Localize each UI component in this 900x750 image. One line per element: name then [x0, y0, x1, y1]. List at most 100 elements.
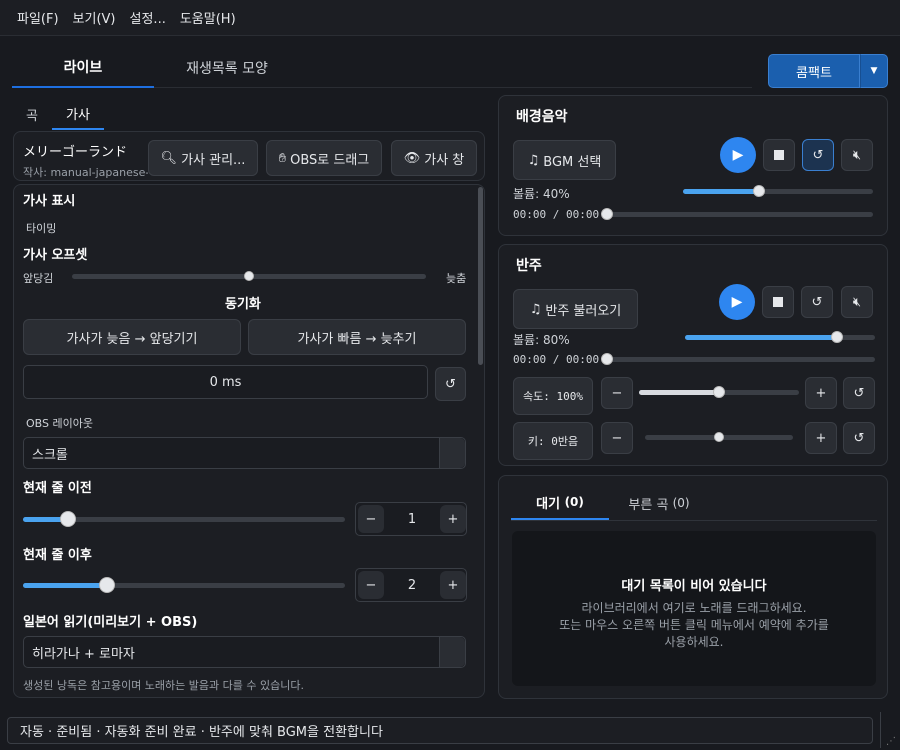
bgm-title: 배경음악	[516, 109, 568, 125]
reset-icon[interactable]: ↺	[435, 367, 466, 401]
obs-layout-label: OBS 레이아웃	[26, 417, 93, 430]
key-slider[interactable]	[645, 432, 793, 442]
bgm-panel: 배경음악 ♫ BGM 선택 ▶ ↺ 🔇︎ 볼륨: 40% 00:00 / 00:0…	[498, 95, 888, 236]
before-heading: 현재 줄 이전	[23, 481, 92, 496]
dropdown-icon[interactable]	[439, 438, 465, 468]
layout-select[interactable]: 스크롤	[23, 437, 466, 469]
queue-panel: 대기 (0) 부른 곡 (0) 대기 목록이 비어 있습니다 라이브러리에서 여…	[498, 475, 888, 699]
stop-icon[interactable]	[762, 286, 794, 318]
lyrics-late-button[interactable]: 가사가 늦음 → 앞당기기	[23, 319, 241, 355]
key-handle[interactable]	[714, 432, 724, 442]
queue-empty-state: 대기 목록이 비어 있습니다 라이브러리에서 여기로 노래를 드래그하세요. 또…	[512, 531, 876, 686]
later-label: 늦춤	[446, 272, 467, 285]
before-value[interactable]: 1	[386, 503, 438, 535]
before-slider-handle[interactable]	[60, 511, 77, 527]
accomp-seek-handle[interactable]	[601, 353, 613, 365]
offset-slider-handle[interactable]	[244, 271, 254, 281]
stop-icon[interactable]	[763, 139, 795, 171]
music-icon: ♫	[529, 301, 542, 317]
reset-icon[interactable]: ↺	[843, 377, 875, 409]
bgm-volume-slider[interactable]	[683, 185, 873, 197]
after-slider[interactable]	[23, 577, 345, 593]
music-icon: ♫	[527, 152, 540, 168]
bgm-time: 00:00 / 00:00	[513, 208, 600, 221]
play-icon[interactable]: ▶	[720, 137, 756, 173]
tab-live[interactable]: 라이브	[12, 48, 154, 88]
repeat-icon[interactable]: ↺	[801, 286, 833, 318]
layout-select-value: 스크롤	[32, 447, 68, 463]
tab-playlist-style[interactable]: 재생목록 모양	[154, 48, 300, 88]
tab-song[interactable]: 곡	[14, 98, 50, 130]
compact-button[interactable]: 콤팩트	[768, 54, 860, 88]
scrollbar[interactable]	[478, 187, 483, 365]
minus-icon[interactable]: −	[358, 505, 384, 533]
after-value[interactable]: 2	[386, 569, 438, 601]
panel-title: 가사 표시	[23, 194, 76, 209]
minus-icon[interactable]: −	[358, 571, 384, 599]
minus-icon[interactable]: −	[601, 377, 633, 409]
tab-divider	[511, 520, 877, 521]
after-stepper: − 2 +	[355, 568, 467, 602]
menu-view[interactable]: 보기(V)	[66, 8, 123, 27]
speed-label: 속도: 100%	[513, 377, 593, 415]
tab-queue[interactable]: 대기 (0)	[511, 486, 609, 520]
dropdown-icon[interactable]	[439, 637, 465, 667]
empty-line-2: 또는 마우스 오른쪽 버튼 클릭 메뉴에서 예약에 추가를	[559, 618, 829, 632]
menu-file[interactable]: 파일(F)	[10, 8, 66, 27]
accomp-title: 반주	[516, 258, 542, 274]
obs-drag-button[interactable]: ✋︎ OBS로 드래그	[266, 140, 382, 176]
menu-help[interactable]: 도움말(H)	[173, 8, 243, 27]
play-icon[interactable]: ▶	[719, 284, 755, 320]
zoom-in-icon: 🔍︎	[160, 150, 178, 166]
reset-icon[interactable]: ↺	[843, 422, 875, 454]
accomp-time: 00:00 / 00:00	[513, 353, 600, 366]
minus-icon[interactable]: −	[601, 422, 633, 454]
status-bar: 자동 · 준비됨 · 자동화 준비 완료 · 반주에 맞춰 BGM을 전환합니다	[7, 717, 873, 744]
eye-icon: 👁︎	[403, 150, 421, 166]
before-slider[interactable]	[23, 511, 345, 527]
tab-sung[interactable]: 부른 곡 (0)	[609, 486, 709, 520]
bgm-seek-handle[interactable]	[601, 208, 613, 220]
offset-slider[interactable]	[72, 271, 426, 281]
plus-icon[interactable]: +	[805, 377, 837, 409]
bgm-volume-handle[interactable]	[753, 185, 765, 197]
accomp-volume-slider[interactable]	[685, 331, 875, 343]
mute-icon[interactable]: 🔇︎	[841, 286, 873, 318]
song-info-bar: メリーゴーランド 작사: manual-japanese- 🔍︎ 가사 관리...…	[13, 131, 485, 181]
lyrics-fast-button[interactable]: 가사가 빠름 → 늦추기	[248, 319, 466, 355]
accomp-seek-slider[interactable]	[601, 353, 875, 365]
reading-select-value: 히라가나 + 로마자	[32, 646, 135, 662]
after-slider-handle[interactable]	[98, 577, 115, 593]
speed-fill	[639, 390, 719, 395]
empty-line-3: 사용하세요.	[664, 635, 724, 649]
reading-note: 생성된 낭독은 참고용이며 노래하는 발음과 다를 수 있습니다.	[23, 679, 304, 692]
plus-icon[interactable]: +	[440, 571, 466, 599]
timing-label: 타이밍	[26, 222, 57, 235]
bgm-select-button[interactable]: ♫ BGM 선택	[513, 140, 616, 180]
song-title: メリーゴーランド	[23, 145, 128, 160]
empty-line-1: 라이브러리에서 여기로 노래를 드래그하세요.	[581, 601, 807, 615]
lyrics-window-button[interactable]: 👁︎ 가사 창	[391, 140, 477, 176]
chevron-down-icon[interactable]: ▼	[860, 54, 888, 88]
tab-lyrics[interactable]: 가사	[52, 98, 104, 130]
resize-grip-icon[interactable]: ⋰	[886, 736, 898, 748]
accomp-load-button[interactable]: ♫ 반주 불러오기	[513, 289, 638, 329]
plus-icon[interactable]: +	[805, 422, 837, 454]
plus-icon[interactable]: +	[440, 505, 466, 533]
key-label: 키: 0반음	[513, 422, 593, 460]
compact-split-button: 콤팩트 ▼	[768, 54, 888, 88]
repeat-icon[interactable]: ↺	[802, 139, 834, 171]
speed-slider[interactable]	[639, 386, 799, 398]
speed-handle[interactable]	[713, 386, 725, 398]
manage-lyrics-button[interactable]: 🔍︎ 가사 관리...	[148, 140, 258, 176]
mute-icon[interactable]: 🔇︎	[841, 139, 873, 171]
sync-heading: 동기화	[225, 297, 261, 312]
menu-settings[interactable]: 설정...	[123, 8, 173, 27]
accomp-volume-handle[interactable]	[831, 331, 843, 343]
bgm-seek-slider[interactable]	[601, 208, 873, 220]
bgm-volume-label: 볼륨: 40%	[513, 187, 570, 201]
accomp-volume-fill	[685, 335, 837, 340]
after-heading: 현재 줄 이후	[23, 548, 92, 563]
reading-select[interactable]: 히라가나 + 로마자	[23, 636, 466, 668]
offset-value-field[interactable]: 0 ms	[23, 365, 428, 399]
